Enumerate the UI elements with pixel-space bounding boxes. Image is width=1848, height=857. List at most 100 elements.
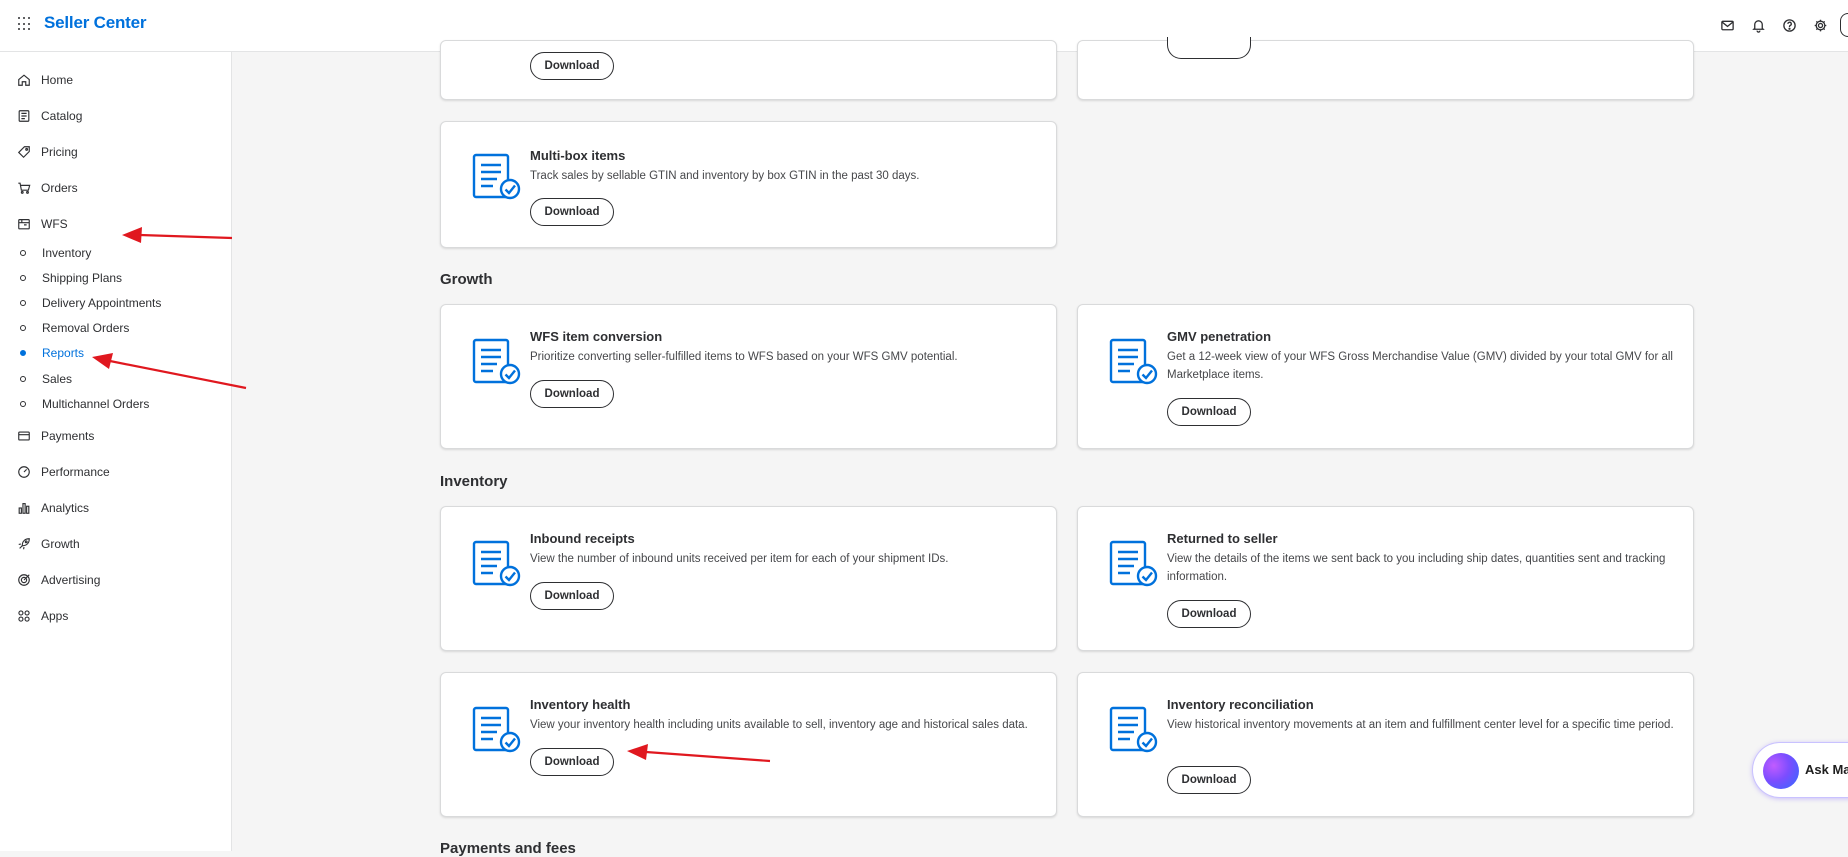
bell-icon[interactable]: [1747, 14, 1769, 36]
download-button[interactable]: Download: [530, 198, 614, 226]
brand-title[interactable]: Seller Center: [44, 13, 146, 33]
sidebar-item-label: Performance: [41, 465, 110, 479]
report-card-inventory-reconciliation: Inventory reconciliation View historical…: [1077, 672, 1694, 817]
sidebar-item-catalog[interactable]: Catalog: [16, 106, 82, 126]
bullet-icon: [20, 300, 26, 306]
card-title: Returned to seller: [1167, 531, 1278, 546]
tag-icon: [16, 145, 31, 160]
download-button[interactable]: Download: [1167, 600, 1251, 628]
report-document-icon: [1109, 338, 1158, 385]
report-card-gmv-penetration: GMV penetration Get a 12-week view of yo…: [1077, 304, 1694, 449]
sidebar-item-advertising[interactable]: Advertising: [16, 570, 100, 590]
card-icon: [16, 429, 31, 444]
section-title-growth: Growth: [440, 271, 493, 288]
report-document-icon: [472, 706, 521, 753]
sidebar-item-performance[interactable]: Performance: [16, 462, 110, 482]
download-button[interactable]: Download: [530, 380, 614, 408]
download-button-partial[interactable]: [1167, 37, 1251, 59]
sidebar-item-label: Payments: [41, 429, 95, 443]
report-card-multi-box-items: Multi-box items Track sales by sellable …: [440, 121, 1057, 248]
sidebar-item-label: Home: [41, 73, 74, 87]
card-title: Multi-box items: [530, 148, 626, 163]
report-document-icon: [472, 540, 521, 587]
download-button[interactable]: Download: [1167, 398, 1251, 426]
header-actions: [1707, 13, 1848, 37]
sidebar-item-label: Catalog: [41, 109, 83, 123]
sidebar-item-apps[interactable]: Apps: [16, 606, 68, 626]
card-description: Track sales by sellable GTIN and invento…: [530, 170, 920, 182]
bullet-icon: [20, 350, 26, 356]
apps-icon: [16, 609, 31, 624]
sidebar-subitem-label: Multichannel Orders: [42, 397, 150, 411]
bullet-icon: [20, 325, 26, 331]
gear-icon[interactable]: [1809, 14, 1831, 36]
sidebar-subitem-multichannel-orders[interactable]: Multichannel Orders: [20, 395, 149, 413]
report-document-icon: [472, 338, 521, 385]
report-document-icon: [472, 153, 521, 200]
card-title: Inventory reconciliation: [1167, 697, 1314, 712]
sidebar-subitem-label: Sales: [42, 372, 73, 386]
warehouse-icon: [16, 217, 31, 232]
sidebar-item-analytics[interactable]: Analytics: [16, 498, 89, 518]
card-title: GMV penetration: [1167, 329, 1272, 344]
ask-assistant-button[interactable]: Ask Ma: [1752, 742, 1848, 798]
sidebar-item-label: Advertising: [41, 573, 101, 587]
bar-chart-icon: [16, 501, 31, 516]
sidebar-subitem-removal-orders[interactable]: Removal Orders: [20, 319, 129, 337]
sidebar-subitem-sales[interactable]: Sales: [20, 370, 72, 388]
bullet-icon: [20, 401, 26, 407]
ask-assistant-label: Ask Ma: [1805, 762, 1848, 777]
card-description: Get a 12-week view of your WFS Gross Mer…: [1167, 351, 1673, 381]
report-card-returned-to-seller: Returned to seller View the details of t…: [1077, 506, 1694, 651]
sidebar-item-home[interactable]: Home: [16, 70, 73, 90]
card-title: Inventory health: [530, 697, 631, 712]
download-button[interactable]: Download: [530, 52, 614, 80]
gauge-icon: [16, 465, 31, 480]
mail-icon[interactable]: [1716, 14, 1738, 36]
card-description: View the details of the items we sent ba…: [1167, 553, 1666, 583]
download-button[interactable]: Download: [530, 582, 614, 610]
bullet-icon: [20, 250, 26, 256]
download-button[interactable]: Download: [530, 748, 614, 776]
assistant-orb-icon: [1763, 753, 1799, 789]
card-description: View your inventory health including uni…: [530, 719, 1028, 731]
home-icon: [16, 73, 31, 88]
sidebar-subitem-label: Removal Orders: [42, 321, 130, 335]
avatar[interactable]: [1840, 13, 1848, 37]
bullet-icon: [20, 275, 26, 281]
target-icon: [16, 573, 31, 588]
sidebar-item-payments[interactable]: Payments: [16, 426, 94, 446]
sidebar-subitem-label: Delivery Appointments: [42, 296, 162, 310]
report-document-icon: [1109, 706, 1158, 753]
section-title-inventory: Inventory: [440, 473, 508, 490]
bullet-icon: [20, 376, 26, 382]
sidebar-item-growth[interactable]: Growth: [16, 534, 80, 554]
sidebar-item-orders[interactable]: Orders: [16, 178, 78, 198]
sidebar-item-label: WFS: [41, 217, 68, 231]
card-description: View the number of inbound units receive…: [530, 553, 949, 565]
sidebar-subitem-label: Inventory: [42, 246, 92, 260]
card-description: View historical inventory movements at a…: [1167, 719, 1674, 731]
sidebar: Home Catalog Pricing Orders WFS Inventor…: [0, 52, 232, 851]
sidebar-item-pricing[interactable]: Pricing: [16, 142, 78, 162]
sidebar-subitem-inventory[interactable]: Inventory: [20, 244, 91, 262]
report-card-wfs-item-conversion: WFS item conversion Prioritize convertin…: [440, 304, 1057, 449]
report-document-icon: [1109, 540, 1158, 587]
card-description: Prioritize converting seller-fulfilled i…: [530, 351, 958, 363]
sidebar-subitem-delivery-appointments[interactable]: Delivery Appointments: [20, 294, 161, 312]
app-grid-icon[interactable]: [18, 17, 32, 31]
sidebar-item-wfs[interactable]: WFS: [16, 214, 68, 234]
sidebar-subitem-shipping-plans[interactable]: Shipping Plans: [20, 269, 122, 287]
sidebar-item-label: Analytics: [41, 501, 90, 515]
cart-icon: [16, 181, 31, 196]
rocket-icon: [16, 537, 31, 552]
report-card-partial: [1077, 37, 1694, 100]
download-button[interactable]: Download: [1167, 766, 1251, 794]
help-icon[interactable]: [1778, 14, 1800, 36]
sidebar-subitem-label: Shipping Plans: [42, 271, 123, 285]
section-title-payments-and-fees: Payments and fees: [440, 840, 576, 857]
report-card-inbound-receipts: Inbound receipts View the number of inbo…: [440, 506, 1057, 651]
sidebar-subitem-reports[interactable]: Reports: [20, 344, 84, 362]
report-card-inventory-health: Inventory health View your inventory hea…: [440, 672, 1057, 817]
sidebar-item-label: Apps: [41, 609, 69, 623]
